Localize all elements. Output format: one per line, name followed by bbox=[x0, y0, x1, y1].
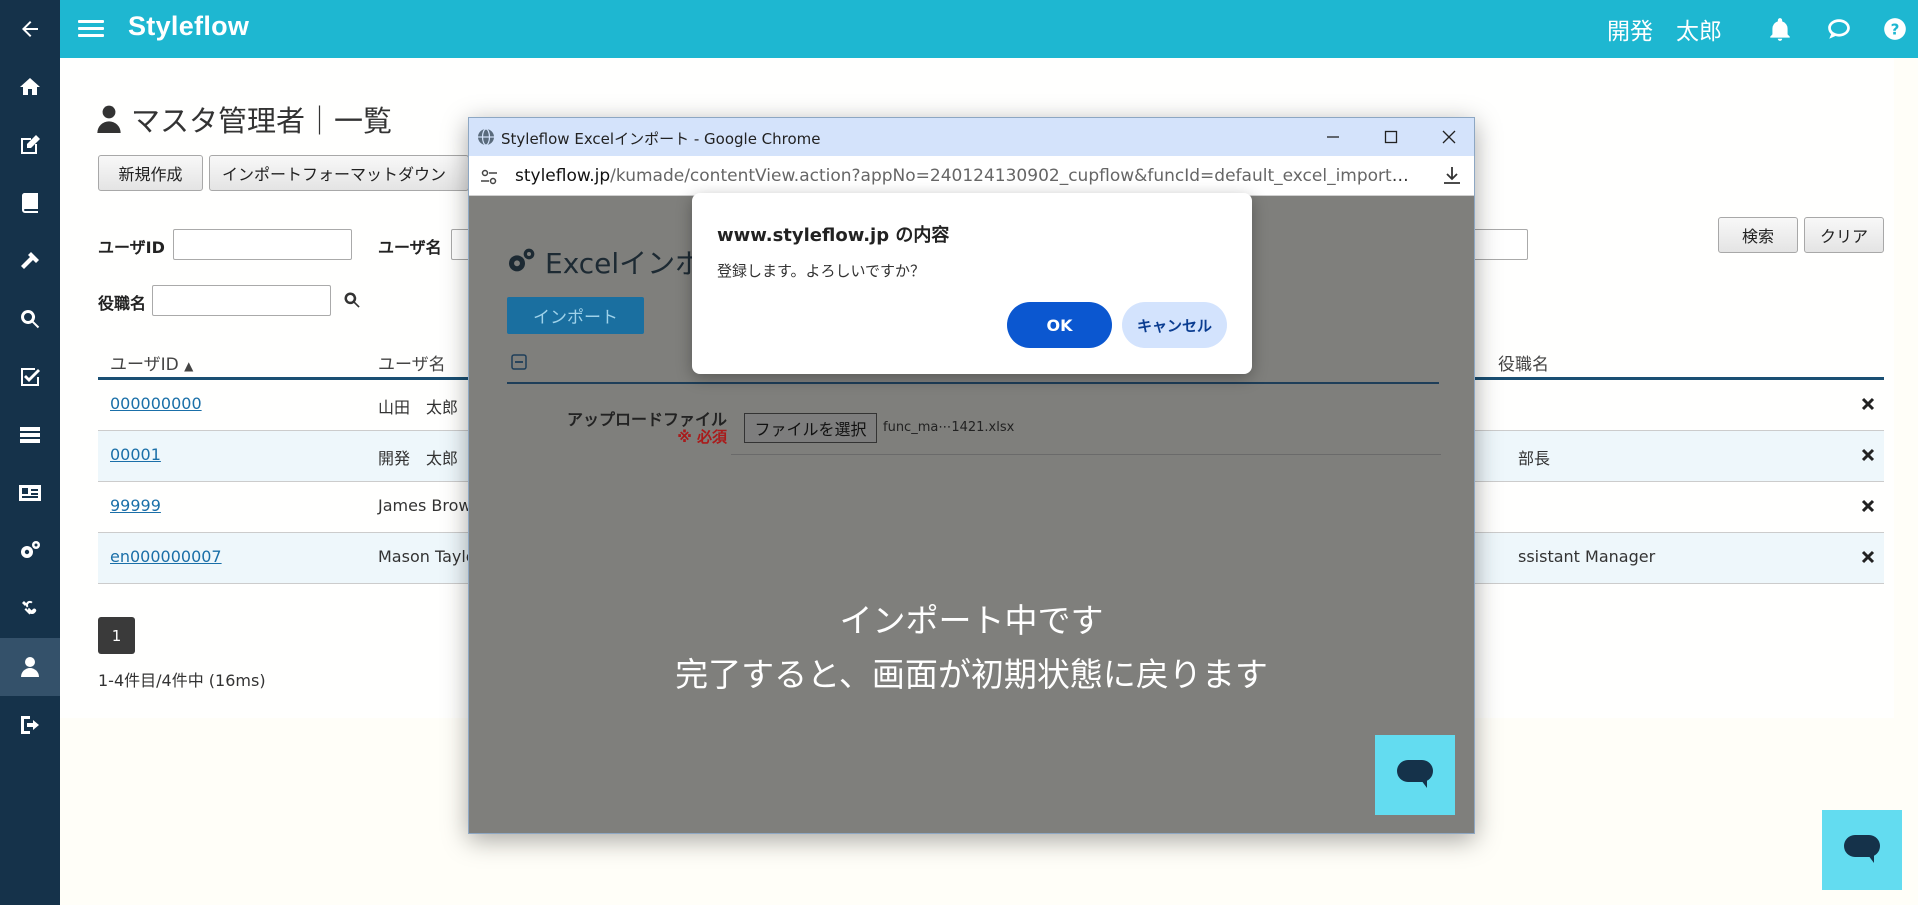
import-format-download-button[interactable]: インポートフォーマットダウン bbox=[209, 155, 469, 191]
checkbox-icon bbox=[21, 368, 40, 386]
edit-icon bbox=[21, 135, 40, 154]
excel-import-title: Excelインポ bbox=[505, 242, 703, 282]
sidebar-item-list[interactable] bbox=[0, 406, 60, 464]
search-icon[interactable] bbox=[342, 290, 362, 310]
hammer-icon bbox=[21, 252, 39, 269]
chat-bubbles-icon[interactable] bbox=[1826, 16, 1852, 42]
selected-file-name: func_ma⋯1421.xlsx bbox=[883, 420, 1015, 435]
list-icon bbox=[20, 427, 40, 443]
user-id-link[interactable]: 00001 bbox=[110, 445, 161, 464]
page-title: マスタ管理者｜一覧 bbox=[97, 98, 392, 140]
cancel-button[interactable]: キャンセル bbox=[1122, 302, 1227, 348]
result-count: 1-4件目/4件中 (16ms) bbox=[98, 671, 266, 690]
column-header-position[interactable]: 役職名 bbox=[1498, 350, 1549, 375]
file-row-divider bbox=[731, 454, 1441, 455]
site-settings-icon[interactable] bbox=[479, 167, 499, 187]
chat-icon bbox=[1397, 760, 1433, 788]
choose-file-button[interactable]: ファイルを選択 bbox=[744, 413, 877, 443]
popup-chat-launcher-button[interactable] bbox=[1375, 735, 1455, 815]
bell-icon[interactable] bbox=[1767, 16, 1793, 42]
sidebar-item-home[interactable] bbox=[0, 58, 60, 116]
chat-icon bbox=[1844, 835, 1880, 863]
sidebar-item-logout[interactable] bbox=[0, 696, 60, 754]
position-label: 役職名 bbox=[98, 294, 147, 313]
dialog-title: www.styleflow.jp の内容 bbox=[717, 225, 950, 246]
delete-icon[interactable] bbox=[1860, 396, 1876, 412]
user-id-input[interactable] bbox=[173, 229, 352, 260]
url-text[interactable]: styleflow.jp/kumade/contentView.action?a… bbox=[515, 166, 1415, 186]
confirm-dialog: www.styleflow.jp の内容 登録します。よろしいですか？ OK キ… bbox=[692, 193, 1252, 374]
back-arrow-icon bbox=[22, 21, 38, 37]
sidebar-item-edit[interactable] bbox=[0, 116, 60, 174]
sign-out-icon bbox=[21, 716, 39, 734]
sidebar-item-links[interactable] bbox=[0, 580, 60, 638]
help-icon[interactable]: ? bbox=[1882, 16, 1908, 42]
top-header: Styleflow 開発 太郎 ? bbox=[60, 0, 1918, 58]
sidebar-item-users[interactable] bbox=[0, 638, 60, 696]
column-header-user-id[interactable]: ユーザID ▲ bbox=[110, 350, 193, 375]
position-input[interactable] bbox=[152, 285, 331, 316]
maximize-icon[interactable] bbox=[1378, 124, 1404, 150]
loading-message: インポート中です bbox=[839, 601, 1104, 640]
user-name-cell: Mason Taylo bbox=[378, 547, 476, 566]
download-icon[interactable] bbox=[1440, 164, 1464, 188]
clear-button[interactable]: クリア bbox=[1804, 217, 1884, 253]
user-name-cell: 山田 太郎 bbox=[378, 398, 459, 417]
back-button[interactable] bbox=[0, 0, 60, 58]
user-id-link[interactable]: 99999 bbox=[110, 496, 161, 515]
user-icon bbox=[97, 105, 121, 133]
brand-logo[interactable]: Styleflow bbox=[128, 11, 249, 42]
column-header-user-name[interactable]: ユーザ名 bbox=[378, 350, 446, 375]
sidebar bbox=[0, 0, 60, 905]
ok-button[interactable]: OK bbox=[1007, 302, 1112, 348]
sidebar-item-tasks[interactable] bbox=[0, 348, 60, 406]
user-name[interactable]: 開発 太郎 bbox=[1607, 12, 1722, 46]
required-label: ※ 必須 bbox=[677, 428, 727, 446]
user-icon bbox=[21, 657, 39, 677]
home-icon bbox=[20, 78, 40, 95]
dialog-message: 登録します。よろしいですか？ bbox=[717, 262, 926, 280]
delete-icon[interactable] bbox=[1860, 498, 1876, 514]
sidebar-item-tools[interactable] bbox=[0, 232, 60, 290]
new-button[interactable]: 新規作成 bbox=[98, 155, 203, 191]
sidebar-item-book[interactable] bbox=[0, 174, 60, 232]
delete-icon[interactable] bbox=[1860, 549, 1876, 565]
hamburger-menu-icon[interactable] bbox=[78, 16, 104, 42]
sidebar-item-cards[interactable] bbox=[0, 464, 60, 522]
position-cell: ssistant Manager bbox=[1518, 547, 1656, 566]
book-icon bbox=[21, 193, 38, 213]
user-id-label: ユーザID bbox=[98, 238, 165, 257]
pagination-page-1[interactable]: 1 bbox=[98, 617, 135, 654]
address-bar[interactable]: styleflow.jp/kumade/contentView.action?a… bbox=[469, 156, 1474, 196]
delete-icon[interactable] bbox=[1860, 447, 1876, 463]
window-title-bar: Styleflow Excelインポート - Google Chrome bbox=[469, 118, 1474, 156]
user-name-cell: James Brow bbox=[378, 496, 472, 515]
sidebar-item-settings[interactable] bbox=[0, 522, 60, 580]
user-name-label: ユーザ名 bbox=[378, 238, 442, 257]
search-icon bbox=[21, 310, 40, 329]
collapse-icon[interactable] bbox=[511, 354, 527, 370]
window-title: Styleflow Excelインポート - Google Chrome bbox=[501, 130, 821, 148]
globe-icon bbox=[478, 128, 494, 146]
loading-submessage: 完了すると、画面が初期状態に戻ります bbox=[675, 655, 1268, 694]
close-icon[interactable] bbox=[1436, 124, 1462, 150]
section-divider bbox=[507, 382, 1439, 384]
svg-text:?: ? bbox=[1891, 20, 1900, 38]
position-cell: 部長 bbox=[1518, 449, 1551, 468]
sort-asc-icon: ▲ bbox=[184, 359, 194, 373]
minimize-icon[interactable] bbox=[1320, 124, 1346, 150]
user-id-link[interactable]: en000000007 bbox=[110, 547, 222, 566]
import-button[interactable]: インポート bbox=[507, 297, 644, 334]
sidebar-item-search[interactable] bbox=[0, 290, 60, 348]
user-id-link[interactable]: 000000000 bbox=[110, 394, 202, 413]
id-card-icon bbox=[19, 485, 41, 501]
chat-launcher-button[interactable] bbox=[1822, 810, 1902, 890]
user-name-cell: 開発 太郎 bbox=[378, 449, 459, 468]
link-icon bbox=[22, 600, 37, 615]
gears-icon bbox=[509, 248, 535, 272]
search-button[interactable]: 検索 bbox=[1718, 217, 1798, 253]
gears-icon bbox=[21, 541, 40, 558]
